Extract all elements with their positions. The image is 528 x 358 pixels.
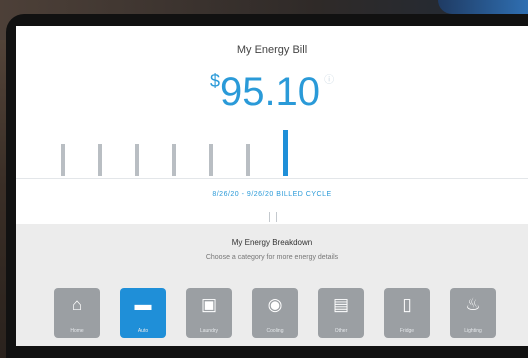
house-icon: ⌂ [71,295,83,314]
category-tiles: ⌂ Home ▬ Auto ▣ Laundry ◉ Cooling ▤ Other ▯ Fridge ♨… [54,288,496,338]
app-screen: My Energy Bill $95.10 ⓘ 8/26/20 - 9/26/20… [16,26,528,346]
breakdown-title: My Energy Breakdown [231,238,313,247]
category-label: Lighting [464,328,482,334]
fridge-icon: ▯ [402,295,412,314]
category-label: Laundry [199,328,219,334]
category-tile-laundry[interactable]: ▣ Laundry [186,288,232,338]
car-icon: ▬ [134,295,152,314]
category-tile-home[interactable]: ⌂ Home [54,288,100,338]
usage-bar[interactable] [61,144,65,176]
amount-value: 95.10 [219,70,321,114]
usage-bar[interactable] [246,144,250,176]
category-tile-other[interactable]: ▤ Other [318,288,364,338]
category-label: Other [334,328,348,334]
washer-icon: ▣ [200,295,218,314]
category-label: Auto [137,328,149,334]
category-label: Cooling [266,328,284,334]
usage-bar[interactable] [172,144,176,176]
usage-bar-selected[interactable] [283,130,288,176]
drag-handle[interactable] [269,212,277,222]
bill-amount: $95.10 ⓘ [16,70,528,115]
category-label: Home [70,328,84,334]
background-accent [438,0,528,14]
category-tile-fridge[interactable]: ▯ Fridge [384,288,430,338]
usage-bar[interactable] [135,144,139,176]
fan-icon: ◉ [267,295,283,314]
energy-breakdown-panel: My Energy Breakdown Choose a category fo… [16,224,528,346]
usage-bar-chart [16,126,528,176]
usage-bar[interactable] [98,144,102,176]
category-label: Fridge [399,328,415,334]
category-tile-auto[interactable]: ▬ Auto [120,288,166,338]
category-tile-lighting[interactable]: ♨ Lighting [450,288,496,338]
category-tile-cooling[interactable]: ◉ Cooling [252,288,298,338]
section-divider [16,178,528,179]
billing-cycle-range[interactable]: 8/26/20 - 9/26/20 BILLED CYCLE [16,191,528,198]
currency-symbol: $ [209,71,220,91]
info-icon[interactable]: ⓘ [324,75,334,86]
document-icon: ▤ [332,295,350,314]
breakdown-subtitle: Choose a category for more energy detail… [205,254,339,261]
bill-title: My Energy Bill [236,44,308,56]
usage-bar[interactable] [209,144,213,176]
lightbulb-icon: ♨ [465,295,481,314]
